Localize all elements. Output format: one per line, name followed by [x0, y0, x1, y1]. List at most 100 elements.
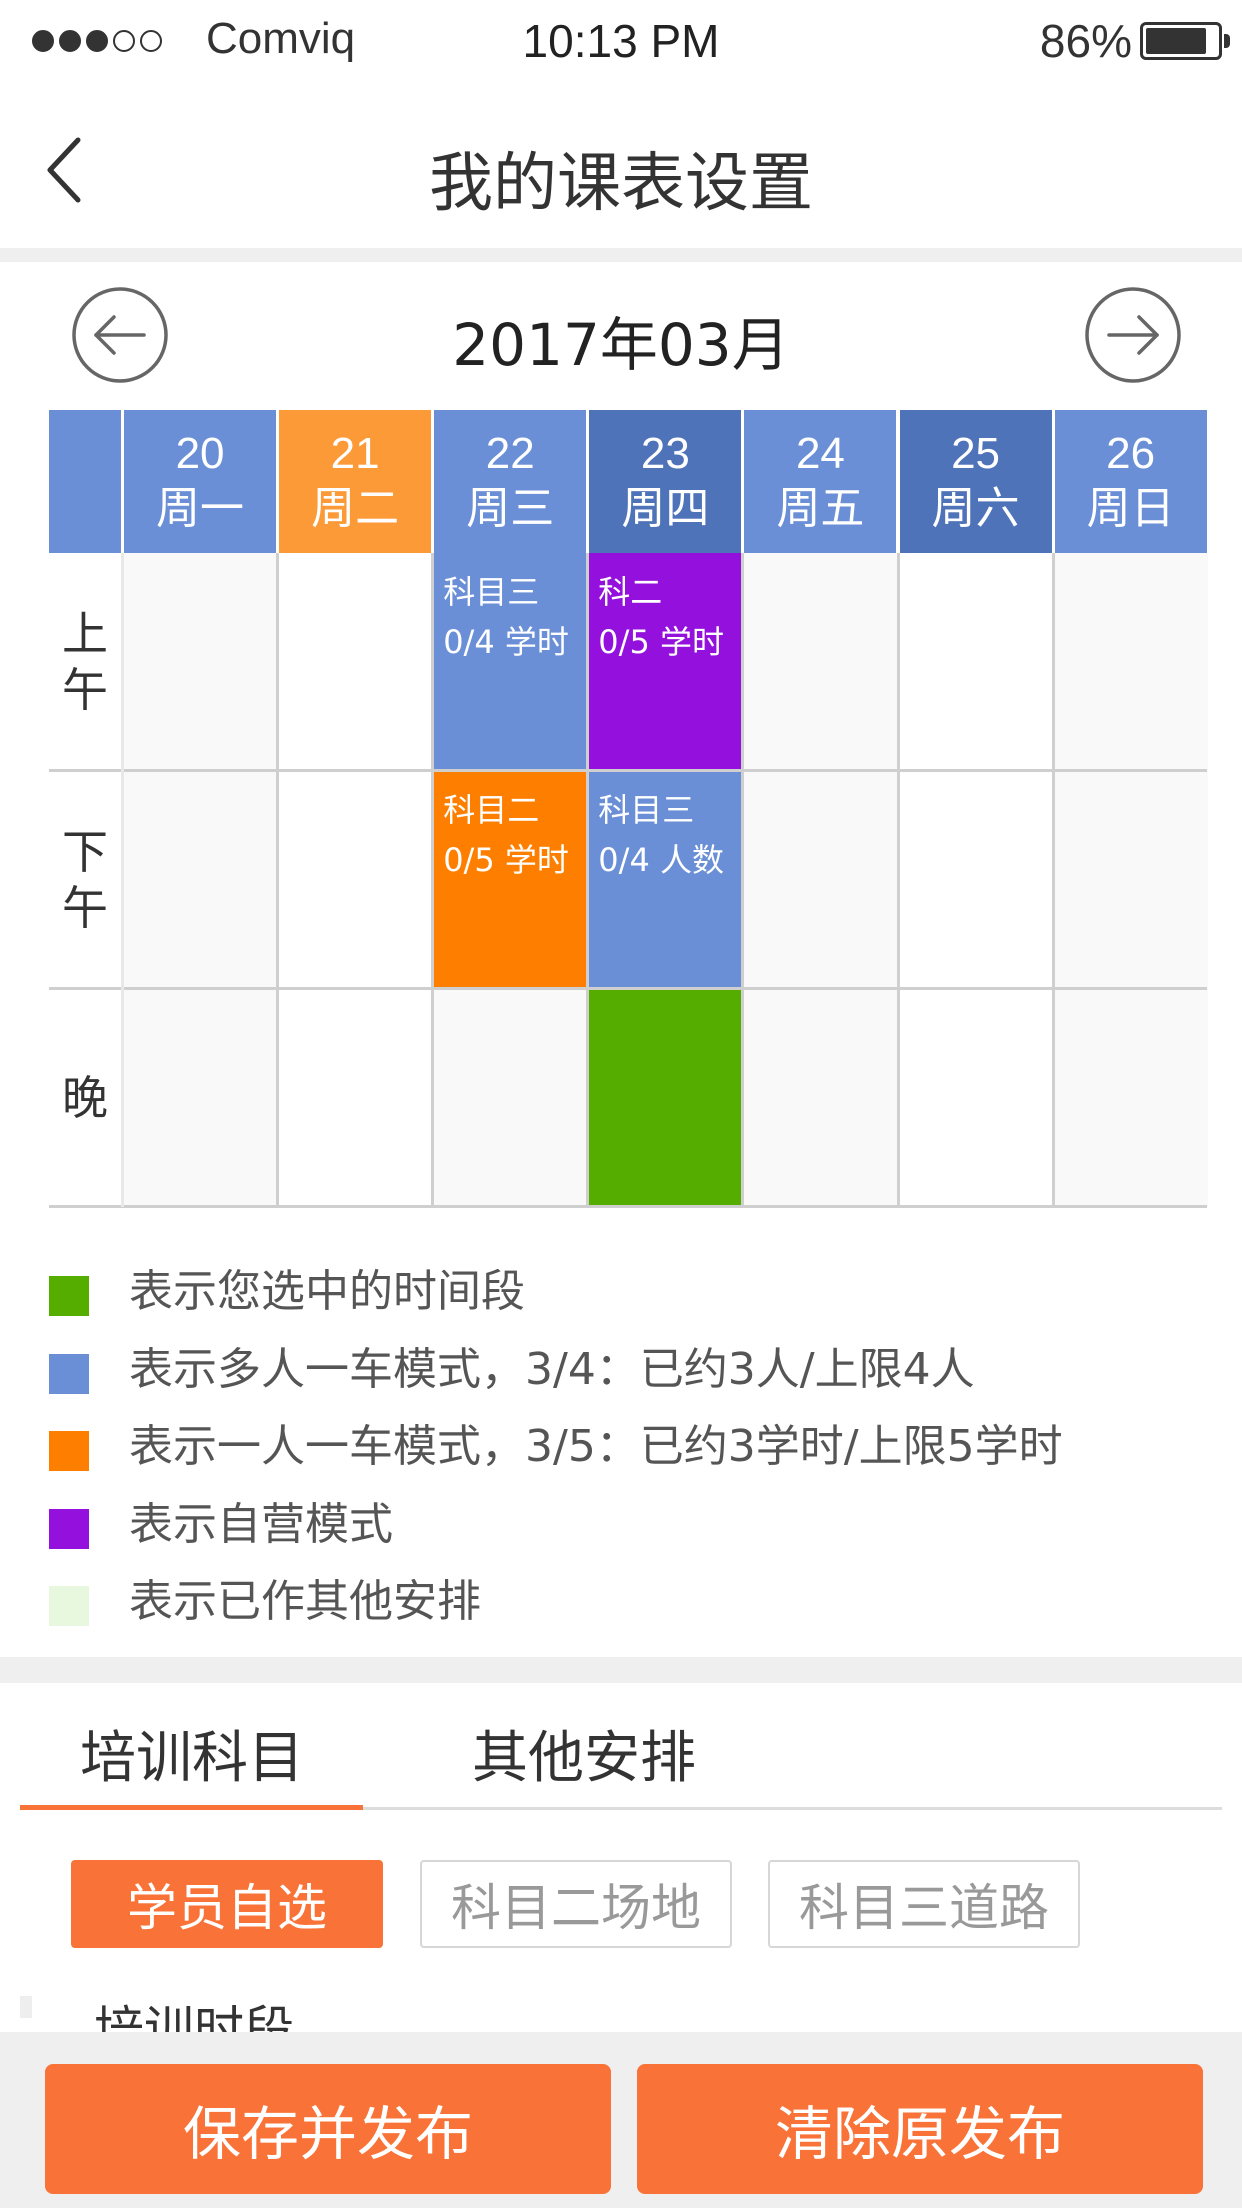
tab-other-arrangement[interactable]: 其他安排	[472, 1713, 696, 1794]
legend-swatch-other	[49, 1586, 89, 1626]
schedule-slot-single[interactable]: 科目二 0/5 学时	[433, 771, 588, 989]
schedule-slot-chosen[interactable]	[588, 989, 743, 1207]
schedule-cell[interactable]	[433, 989, 588, 1207]
legend-text: 表示多人一车模式，3/4：已约3人/上限4人	[129, 1343, 975, 1395]
grid-column-divider	[741, 553, 745, 1207]
schedule-slot-self[interactable]: 科二 0/5 学时	[588, 553, 743, 771]
slot-capacity: 0/4 人数	[598, 841, 724, 879]
weekday-label: 周日	[1086, 482, 1175, 534]
day-header[interactable]: 22 周三	[434, 410, 587, 553]
arrow-right-circle-icon	[1085, 287, 1181, 383]
schedule-cell[interactable]	[743, 553, 898, 771]
legend-item: 表示一人一车模式，3/5：已约3学时/上限5学时	[49, 1417, 1199, 1477]
schedule-cell[interactable]	[123, 553, 278, 771]
schedule-cell[interactable]	[1053, 989, 1208, 1207]
grid-column-divider	[896, 553, 900, 1207]
day-header[interactable]: 20 周一	[124, 410, 277, 553]
slot-capacity: 0/5 学时	[443, 841, 569, 879]
schedule-cell[interactable]	[278, 771, 433, 989]
schedule-cell[interactable]	[123, 989, 278, 1207]
period-label-text: 下午	[62, 825, 108, 935]
grid-column-divider	[1051, 553, 1055, 1207]
legend-item: 表示多人一车模式，3/4：已约3人/上限4人	[49, 1340, 1199, 1400]
legend-text: 表示自营模式	[129, 1498, 393, 1550]
status-bar: Comviq 10:13 PM 86%	[0, 0, 1242, 84]
day-number: 23	[640, 428, 690, 478]
schedule-cell[interactable]	[743, 771, 898, 989]
chip-student-choice[interactable]: 学员自选	[71, 1860, 383, 1948]
schedule-cell[interactable]	[123, 771, 278, 989]
navigation-bar: 我的课表设置	[0, 84, 1242, 248]
grid-row-divider	[49, 769, 1207, 772]
period-label-text: 上午	[62, 607, 108, 717]
section-divider	[0, 248, 1242, 262]
schedule-cell[interactable]	[898, 771, 1053, 989]
schedule-cell[interactable]	[743, 989, 898, 1207]
weekday-label: 周三	[466, 482, 555, 534]
schedule-cell[interactable]	[898, 989, 1053, 1207]
day-header[interactable]: 24 周五	[744, 410, 897, 553]
period-label: 上午	[49, 553, 121, 771]
day-header[interactable]: 26 周日	[1054, 410, 1207, 553]
legend-swatch-multi	[49, 1353, 89, 1394]
tab-bar: 培训科目 其他安排	[0, 1683, 1242, 1813]
grid-column-divider	[276, 553, 280, 1207]
day-header[interactable]: 23 周四	[589, 410, 742, 553]
period-label: 下午	[49, 771, 121, 989]
grid-column-divider	[121, 553, 124, 1207]
battery-level	[1146, 28, 1207, 54]
legend-swatch-single	[49, 1431, 89, 1471]
next-week-button[interactable]	[1083, 285, 1183, 385]
month-navigator: 2017年03月	[0, 262, 1242, 410]
schedule-cell[interactable]	[278, 553, 433, 771]
slot-capacity: 0/5 学时	[598, 623, 724, 661]
slot-subject: 科目三	[443, 573, 540, 611]
schedule-cell[interactable]	[1053, 553, 1208, 771]
save-and-publish-button[interactable]: 保存并发布	[45, 2064, 611, 2194]
battery-tip	[1224, 34, 1230, 48]
schedule-slot-multi[interactable]: 科目三 0/4 人数	[588, 771, 743, 989]
schedule-cell[interactable]	[898, 553, 1053, 771]
legend-item: 表示您选中的时间段	[49, 1262, 1199, 1322]
bottom-action-bar: 保存并发布 清除原发布	[0, 2032, 1242, 2208]
battery-percent: 86%	[1039, 15, 1132, 67]
tab-training-subject[interactable]: 培训科目	[80, 1713, 304, 1794]
day-number: 21	[330, 428, 380, 478]
legend-swatch-chosen	[49, 1276, 89, 1316]
day-number: 20	[175, 428, 225, 478]
slot-capacity: 0/4 学时	[443, 623, 569, 661]
day-number: 25	[951, 428, 1001, 478]
period-label-text: 晚	[62, 1071, 108, 1125]
grid-column-divider	[586, 553, 590, 1207]
legend-swatch-self	[49, 1508, 89, 1549]
legend-text: 表示一人一车模式，3/5：已约3学时/上限5学时	[129, 1421, 1063, 1472]
grid-corner	[49, 410, 121, 553]
weekday-label: 周六	[931, 482, 1020, 534]
slot-subject: 科二	[598, 573, 663, 611]
section-marker	[20, 1996, 32, 2018]
legend-item: 表示已作其他安排	[49, 1572, 1199, 1632]
day-number: 24	[795, 428, 845, 478]
day-header[interactable]: 25 周六	[899, 410, 1052, 553]
day-header[interactable]: 21 周二	[279, 410, 432, 553]
chip-subject-three-road[interactable]: 科目三道路	[768, 1860, 1080, 1948]
page-title: 我的课表设置	[429, 147, 813, 221]
weekday-label: 周四	[621, 482, 710, 534]
schedule-cell[interactable]	[278, 989, 433, 1207]
grid-row-divider	[49, 1205, 1207, 1208]
legend-text: 表示已作其他安排	[129, 1576, 481, 1627]
grid-row-divider	[49, 987, 1207, 990]
chip-subject-two-field[interactable]: 科目二场地	[420, 1860, 732, 1948]
clear-published-button[interactable]: 清除原发布	[637, 2064, 1203, 2194]
day-number: 22	[485, 428, 535, 478]
schedule-slot-multi[interactable]: 科目三 0/4 学时	[433, 553, 588, 771]
slot-subject: 科目二	[443, 791, 540, 829]
schedule-cell[interactable]	[1053, 771, 1208, 989]
battery-icon	[1140, 22, 1222, 60]
period-label: 晚	[49, 989, 121, 1207]
grid-header: 20 周一 21 周二 22 周三 23 周四 24 周五 25 周六 26 周日	[49, 410, 1207, 553]
legend-item: 表示自营模式	[49, 1495, 1199, 1555]
grid-column-divider	[431, 553, 435, 1207]
weekday-label: 周二	[311, 482, 400, 534]
month-label: 2017年03月	[452, 311, 790, 379]
